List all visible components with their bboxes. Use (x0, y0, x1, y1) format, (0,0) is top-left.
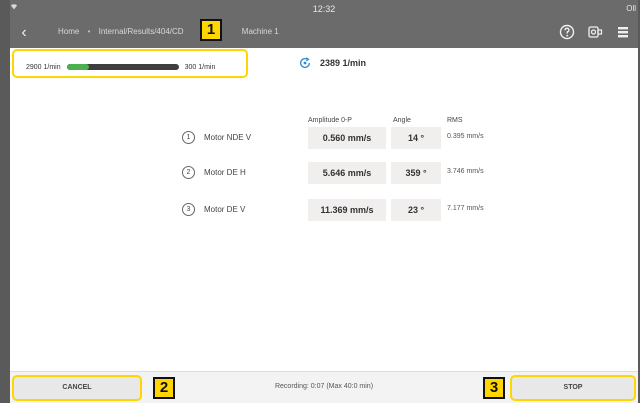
rms-value: 3.746 mm/s (447, 168, 484, 175)
speed-range: 2900 1/min 300 1/min (26, 58, 215, 76)
rpm-readout: 2389 1/min (298, 56, 366, 70)
back-button[interactable]: ‹ (14, 23, 34, 43)
amplitude-header: Amplitude 0-P (308, 117, 352, 124)
table-row: 2 Motor DE H 5.646 mm/s 359 ° 3.746 mm/s (182, 162, 502, 184)
amplitude-value: 11.369 mm/s (308, 199, 386, 221)
row-number: 3 (182, 203, 195, 216)
angle-value: 14 ° (391, 127, 441, 149)
table-row: 1 Motor NDE V 0.560 mm/s 14 ° 0.395 mm/s (182, 127, 502, 149)
callout-marker-1: 1 (200, 19, 222, 41)
row-label: Motor DE H (204, 168, 246, 177)
breadcrumb-home[interactable]: Home (58, 27, 79, 36)
help-icon[interactable] (558, 23, 576, 41)
menu-icon[interactable] (614, 23, 632, 41)
callout-marker-2: 2 (153, 377, 175, 399)
speed-max-label: 2900 1/min (26, 63, 61, 71)
speed-range-fill (66, 64, 90, 70)
callout-marker-3: 3 (483, 377, 505, 399)
angle-value: 359 ° (391, 162, 441, 184)
wifi-icon (10, 3, 18, 13)
status-bar: 12:32 Oll (10, 0, 638, 18)
amplitude-value: 0.560 mm/s (308, 127, 386, 149)
angle-header: Angle (393, 117, 411, 124)
row-number: 2 (182, 166, 195, 179)
row-label: Motor DE V (204, 205, 246, 214)
amplitude-value: 5.646 mm/s (308, 162, 386, 184)
rotation-speed-icon (298, 56, 312, 70)
row-number: 1 (182, 131, 195, 144)
recording-status: Recording: 0:07 (Max 40:0 min) (274, 383, 374, 390)
breadcrumb-machine: Machine 1 (241, 27, 279, 36)
speed-range-bar (66, 64, 179, 70)
nav-icons (558, 23, 632, 43)
current-rpm: 2389 1/min (320, 58, 367, 68)
status-time: 12:32 (312, 4, 336, 14)
row-label: Motor NDE V (204, 133, 252, 142)
table-row: 3 Motor DE V 11.369 mm/s 23 ° 7.177 mm/s (182, 199, 502, 221)
angle-value: 23 ° (391, 199, 441, 221)
breadcrumb: Home • Internal/Results/404/CD Machine 1 (58, 27, 279, 36)
battery-label: Oll (626, 4, 636, 13)
app-screen: 12:32 Oll ‹ Home • Internal/Results/404/… (10, 0, 638, 403)
breadcrumb-separator: • (87, 27, 91, 36)
bottom-bar: CANCEL Recording: 0:07 (Max 40:0 min) ST… (10, 371, 638, 403)
nav-bar: ‹ Home • Internal/Results/404/CD Machine… (10, 18, 638, 48)
rms-header: RMS (447, 117, 463, 124)
device-icon[interactable] (586, 23, 604, 41)
chevron-left-icon: ‹ (21, 24, 27, 41)
rms-value: 0.395 mm/s (447, 133, 484, 140)
speed-min-label: 300 1/min (184, 63, 216, 71)
rms-value: 7.177 mm/s (447, 205, 484, 212)
stop-button[interactable]: STOP (510, 375, 636, 401)
cancel-button[interactable]: CANCEL (12, 375, 142, 401)
breadcrumb-path[interactable]: Internal/Results/404/CD (99, 27, 184, 36)
